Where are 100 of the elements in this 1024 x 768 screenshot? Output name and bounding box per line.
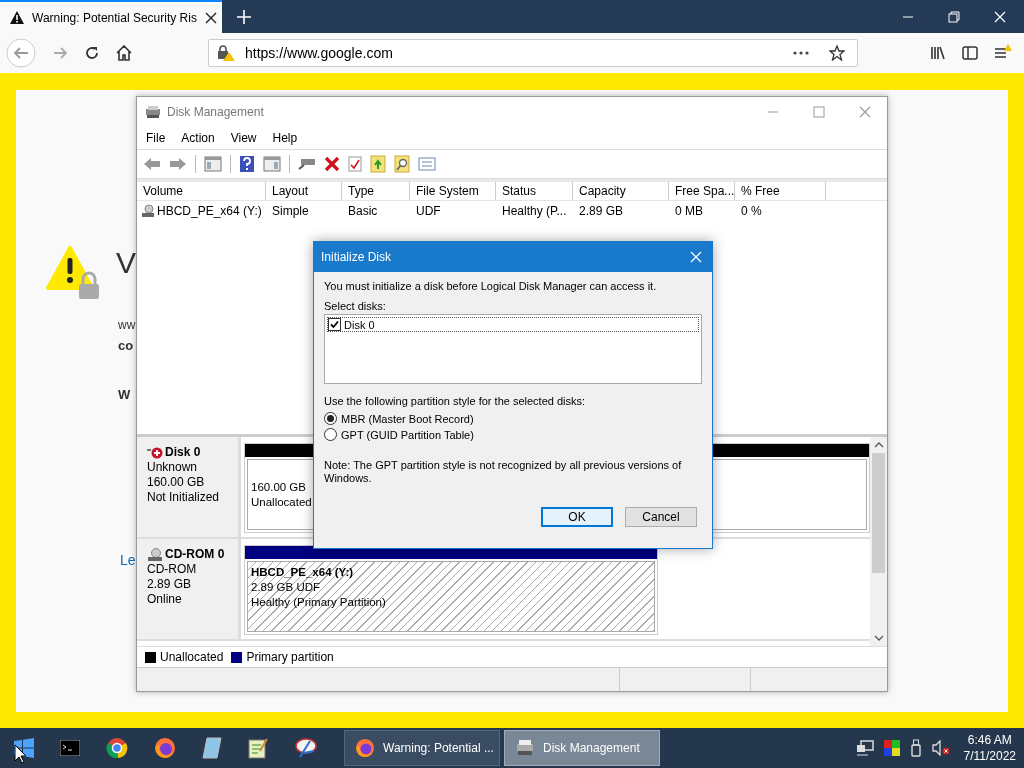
usb-drive-icon[interactable] [909, 739, 922, 757]
scroll-up-icon[interactable] [873, 441, 884, 449]
table-cell: Basic [348, 204, 378, 218]
window-title: Disk Management [167, 105, 264, 119]
taskbar-window[interactable]: Disk Management [504, 730, 660, 766]
note-text: Note: The GPT partition style is not recognized by all previous versions of Windows. [324, 459, 683, 485]
fox-browser-icon [355, 738, 375, 758]
clock-date[interactable]: 7/11/2022 [963, 748, 1016, 764]
page-heading: V [116, 245, 136, 281]
fox-browser-icon[interactable] [154, 737, 176, 759]
table-cell: 2.89 GB [579, 204, 624, 218]
column-header[interactable]: Free Spa... [669, 182, 735, 200]
ok-button[interactable]: OK [541, 507, 613, 527]
delete-icon[interactable] [324, 156, 340, 172]
browser-icon[interactable] [106, 737, 128, 759]
insecure-lock-icon [217, 45, 235, 61]
table-cell: 0 % [741, 204, 762, 218]
disk-list[interactable]: Disk 0 [324, 314, 702, 384]
table-cell: UDF [416, 204, 441, 218]
column-header[interactable]: Type [342, 182, 410, 200]
disk-size: 2.89 GB [147, 577, 193, 592]
forward-icon[interactable] [169, 157, 187, 171]
scrollbar[interactable] [870, 437, 887, 646]
sidebar-icon[interactable] [962, 45, 978, 61]
close-icon[interactable] [204, 11, 217, 24]
address-bar[interactable]: https://www.google.com [208, 39, 858, 67]
field-label: Select disks: [324, 300, 387, 312]
restore-icon[interactable] [948, 10, 960, 23]
menu-item[interactable]: File [146, 131, 166, 145]
notepad-icon[interactable] [248, 737, 268, 759]
taskbar-window[interactable]: Warning: Potential ... [344, 730, 500, 766]
radio-label[interactable]: MBR (Master Boot Record) [341, 412, 474, 425]
column-header[interactable]: File System [410, 182, 496, 200]
help-icon[interactable] [239, 155, 255, 173]
partition-text: 2.89 GB UDF [251, 580, 322, 595]
checklist-icon[interactable] [348, 156, 362, 172]
column-header[interactable]: Status [496, 182, 573, 200]
disk-size: 160.00 GB [147, 475, 206, 490]
network-icon[interactable] [855, 740, 874, 756]
mouse-cursor-icon [14, 744, 26, 764]
star-icon[interactable] [829, 45, 845, 61]
disk-app-icon [145, 105, 161, 119]
library-icon[interactable] [930, 45, 946, 61]
cd-drive-icon [141, 204, 155, 218]
radio-label[interactable]: GPT (GUID Partition Table) [341, 428, 474, 441]
warning-icon [10, 11, 24, 24]
field-label: Use the following partition style for the selected disks: [324, 395, 587, 407]
dialog-message: You must initialize a disk before Logical Disk Manager can access it. [324, 280, 658, 292]
disk-name: Disk 0 [165, 445, 201, 460]
list-item[interactable]: Disk 0 [327, 317, 699, 332]
home-icon[interactable] [116, 45, 132, 61]
radio-button[interactable] [324, 412, 337, 425]
page-text: co [118, 338, 134, 353]
partition-block[interactable]: HBCD_PE_x64 (Y:) 2.89 GB UDF Healthy (Primary Partition) [244, 545, 658, 635]
checkbox[interactable] [328, 318, 341, 331]
search-icon[interactable] [394, 155, 410, 173]
menu-item[interactable]: Action [181, 131, 215, 145]
disk-status: Not Initialized [147, 490, 221, 505]
column-header[interactable]: Volume [137, 182, 266, 200]
reload-icon[interactable] [84, 45, 100, 61]
partition-name: HBCD_PE_x64 (Y:) [251, 565, 355, 580]
table-cell: Simple [272, 204, 309, 218]
table-cell: HBCD_PE_x64 (Y:) [157, 204, 262, 218]
disk-info-panel[interactable]: Disk 0 Unknown 160.00 GB Not Initialized [137, 437, 241, 537]
disk-type: CD-ROM [147, 562, 198, 577]
column-header[interactable]: % Free [735, 182, 826, 200]
clock-time[interactable]: 6:46 AM [967, 732, 1012, 748]
disk-info-panel[interactable]: CD-ROM 0 CD-ROM 2.89 GB Online [137, 539, 241, 639]
browser-tab[interactable]: Warning: Potential Security Ris [0, 0, 222, 33]
notebook-icon[interactable] [202, 737, 222, 759]
folder-up-icon[interactable] [370, 155, 386, 173]
column-header[interactable]: Layout [266, 182, 342, 200]
muted-speaker-icon[interactable] [931, 740, 950, 756]
color-display-icon[interactable] [883, 740, 900, 756]
new-tab-icon[interactable] [236, 8, 252, 25]
page-link[interactable]: Le [120, 552, 136, 568]
table-cell: 0 MB [675, 204, 703, 218]
disk-status: Online [147, 592, 183, 607]
scroll-down-icon[interactable] [873, 634, 884, 642]
terminal-icon[interactable] [60, 740, 80, 756]
disk-type: Unknown [147, 460, 199, 475]
column-header[interactable]: Capacity [573, 182, 669, 200]
page-text: ww [118, 318, 136, 332]
scroll-thumb[interactable] [872, 453, 885, 573]
legend-label: Primary partition [246, 650, 334, 664]
partition-text: Healthy (Primary Partition) [251, 595, 387, 610]
cancel-button[interactable]: Cancel [625, 507, 697, 527]
back-icon[interactable] [6, 38, 36, 68]
page-text: W [118, 387, 131, 402]
tools-icon[interactable] [294, 737, 318, 759]
more-icon[interactable] [793, 51, 809, 55]
partition-text: 160.00 GB [251, 479, 307, 495]
dialog-title: Initialize Disk [321, 250, 392, 264]
radio-button[interactable] [324, 428, 337, 441]
legend-label: Unallocated [160, 650, 224, 664]
cd-drive-icon [147, 547, 163, 562]
back-icon[interactable] [143, 157, 161, 171]
disk-error-icon [147, 446, 163, 459]
menu-item[interactable]: View [230, 131, 257, 145]
menu-item[interactable]: Help [272, 131, 298, 145]
